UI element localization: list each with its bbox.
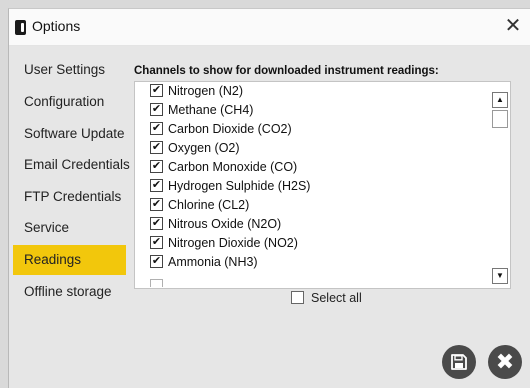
channel-item[interactable]: ✔ Nitrous Oxide (N2O) [150, 215, 480, 234]
scroll-up-icon[interactable]: ▲ [492, 92, 508, 108]
channel-label: Nitrogen Dioxide (NO2) [168, 236, 298, 250]
select-all-option[interactable]: Select all [291, 290, 362, 306]
checkbox-checked-icon[interactable]: ✔ [150, 141, 163, 155]
channels-section-label: Channels to show for downloaded instrume… [134, 65, 439, 77]
checkbox-checked-icon[interactable]: ✔ [150, 179, 163, 193]
sidebar-item-user-settings[interactable]: User Settings [13, 55, 125, 85]
app-icon [15, 20, 26, 35]
sidebar-item-email-credentials[interactable]: Email Credentials [13, 150, 130, 180]
channel-item[interactable]: ✔ Ammonia (NH3) [150, 253, 480, 272]
close-dialog-button[interactable]: ✖ [488, 345, 522, 379]
channel-item[interactable]: ✔ Nitrogen Dioxide (NO2) [150, 234, 480, 253]
floppy-disk-icon [451, 354, 467, 370]
channels-listbox[interactable]: ✔ Nitrogen (N2) ✔ Methane (CH4) ✔ Carbon Di… [134, 81, 511, 289]
scroll-thumb[interactable] [492, 110, 508, 128]
channel-item[interactable]: ✔ Carbon Monoxide (CO) [150, 158, 480, 177]
checkbox-checked-icon[interactable]: ✔ [150, 217, 163, 231]
sidebar-item-offline-storage[interactable]: Offline storage [13, 277, 125, 307]
channel-label: Nitrogen (N2) [168, 84, 244, 98]
save-button[interactable] [442, 345, 476, 379]
channel-item[interactable]: ✔ Methane (CH4) [150, 101, 480, 120]
channel-label: Oxygen (O2) [168, 141, 240, 155]
channel-item[interactable]: ✔ Hydrogen Sulphide (H2S) [150, 177, 480, 196]
channel-label: Hydrogen Sulphide (H2S) [168, 179, 311, 193]
select-all-checkbox[interactable] [291, 291, 304, 305]
sidebar-item-readings[interactable]: Readings [13, 245, 126, 275]
channel-label: Carbon Dioxide (CO2) [168, 122, 292, 136]
channel-label: Ammonia (NH3) [168, 255, 258, 269]
channel-label: Chlorine (CL2) [168, 198, 250, 212]
select-all-label: Select all [311, 291, 362, 305]
scroll-down-icon[interactable]: ▼ [492, 268, 508, 284]
window-close-icon[interactable]: ✕ [501, 13, 525, 39]
checkbox-checked-icon[interactable]: ✔ [150, 236, 163, 250]
sidebar-item-service[interactable]: Service [13, 213, 125, 243]
channel-label: Nitrous Oxide (N2O) [168, 217, 282, 231]
channel-item-cutoff [150, 277, 300, 287]
channel-label: Methane (CH4) [168, 103, 254, 117]
channel-item[interactable]: ✔ Carbon Dioxide (CO2) [150, 120, 480, 139]
title-bar: Options ✕ [9, 9, 530, 46]
window-title: Options [32, 18, 81, 34]
checkbox-checked-icon[interactable]: ✔ [150, 122, 163, 136]
channel-item[interactable]: ✔ Chlorine (CL2) [150, 196, 480, 215]
sidebar-item-configuration[interactable]: Configuration [13, 87, 125, 117]
checkbox-checked-icon[interactable]: ✔ [150, 198, 163, 212]
checkbox-checked-icon[interactable]: ✔ [150, 160, 163, 174]
sidebar-item-ftp-credentials[interactable]: FTP Credentials [13, 182, 125, 212]
listbox-scrollbar[interactable]: ▲ ▼ [490, 82, 510, 286]
checkbox-checked-icon[interactable]: ✔ [150, 255, 163, 269]
checkbox-checked-icon[interactable]: ✔ [150, 84, 163, 98]
channel-item[interactable]: ✔ Nitrogen (N2) [150, 82, 480, 101]
channel-label: Carbon Monoxide (CO) [168, 160, 298, 174]
sidebar-item-software-update[interactable]: Software Update [13, 119, 125, 149]
checkbox-checked-icon[interactable]: ✔ [150, 103, 163, 117]
channel-item[interactable]: ✔ Oxygen (O2) [150, 139, 480, 158]
options-dialog: Options ✕ User Settings Configuration So… [8, 8, 530, 388]
